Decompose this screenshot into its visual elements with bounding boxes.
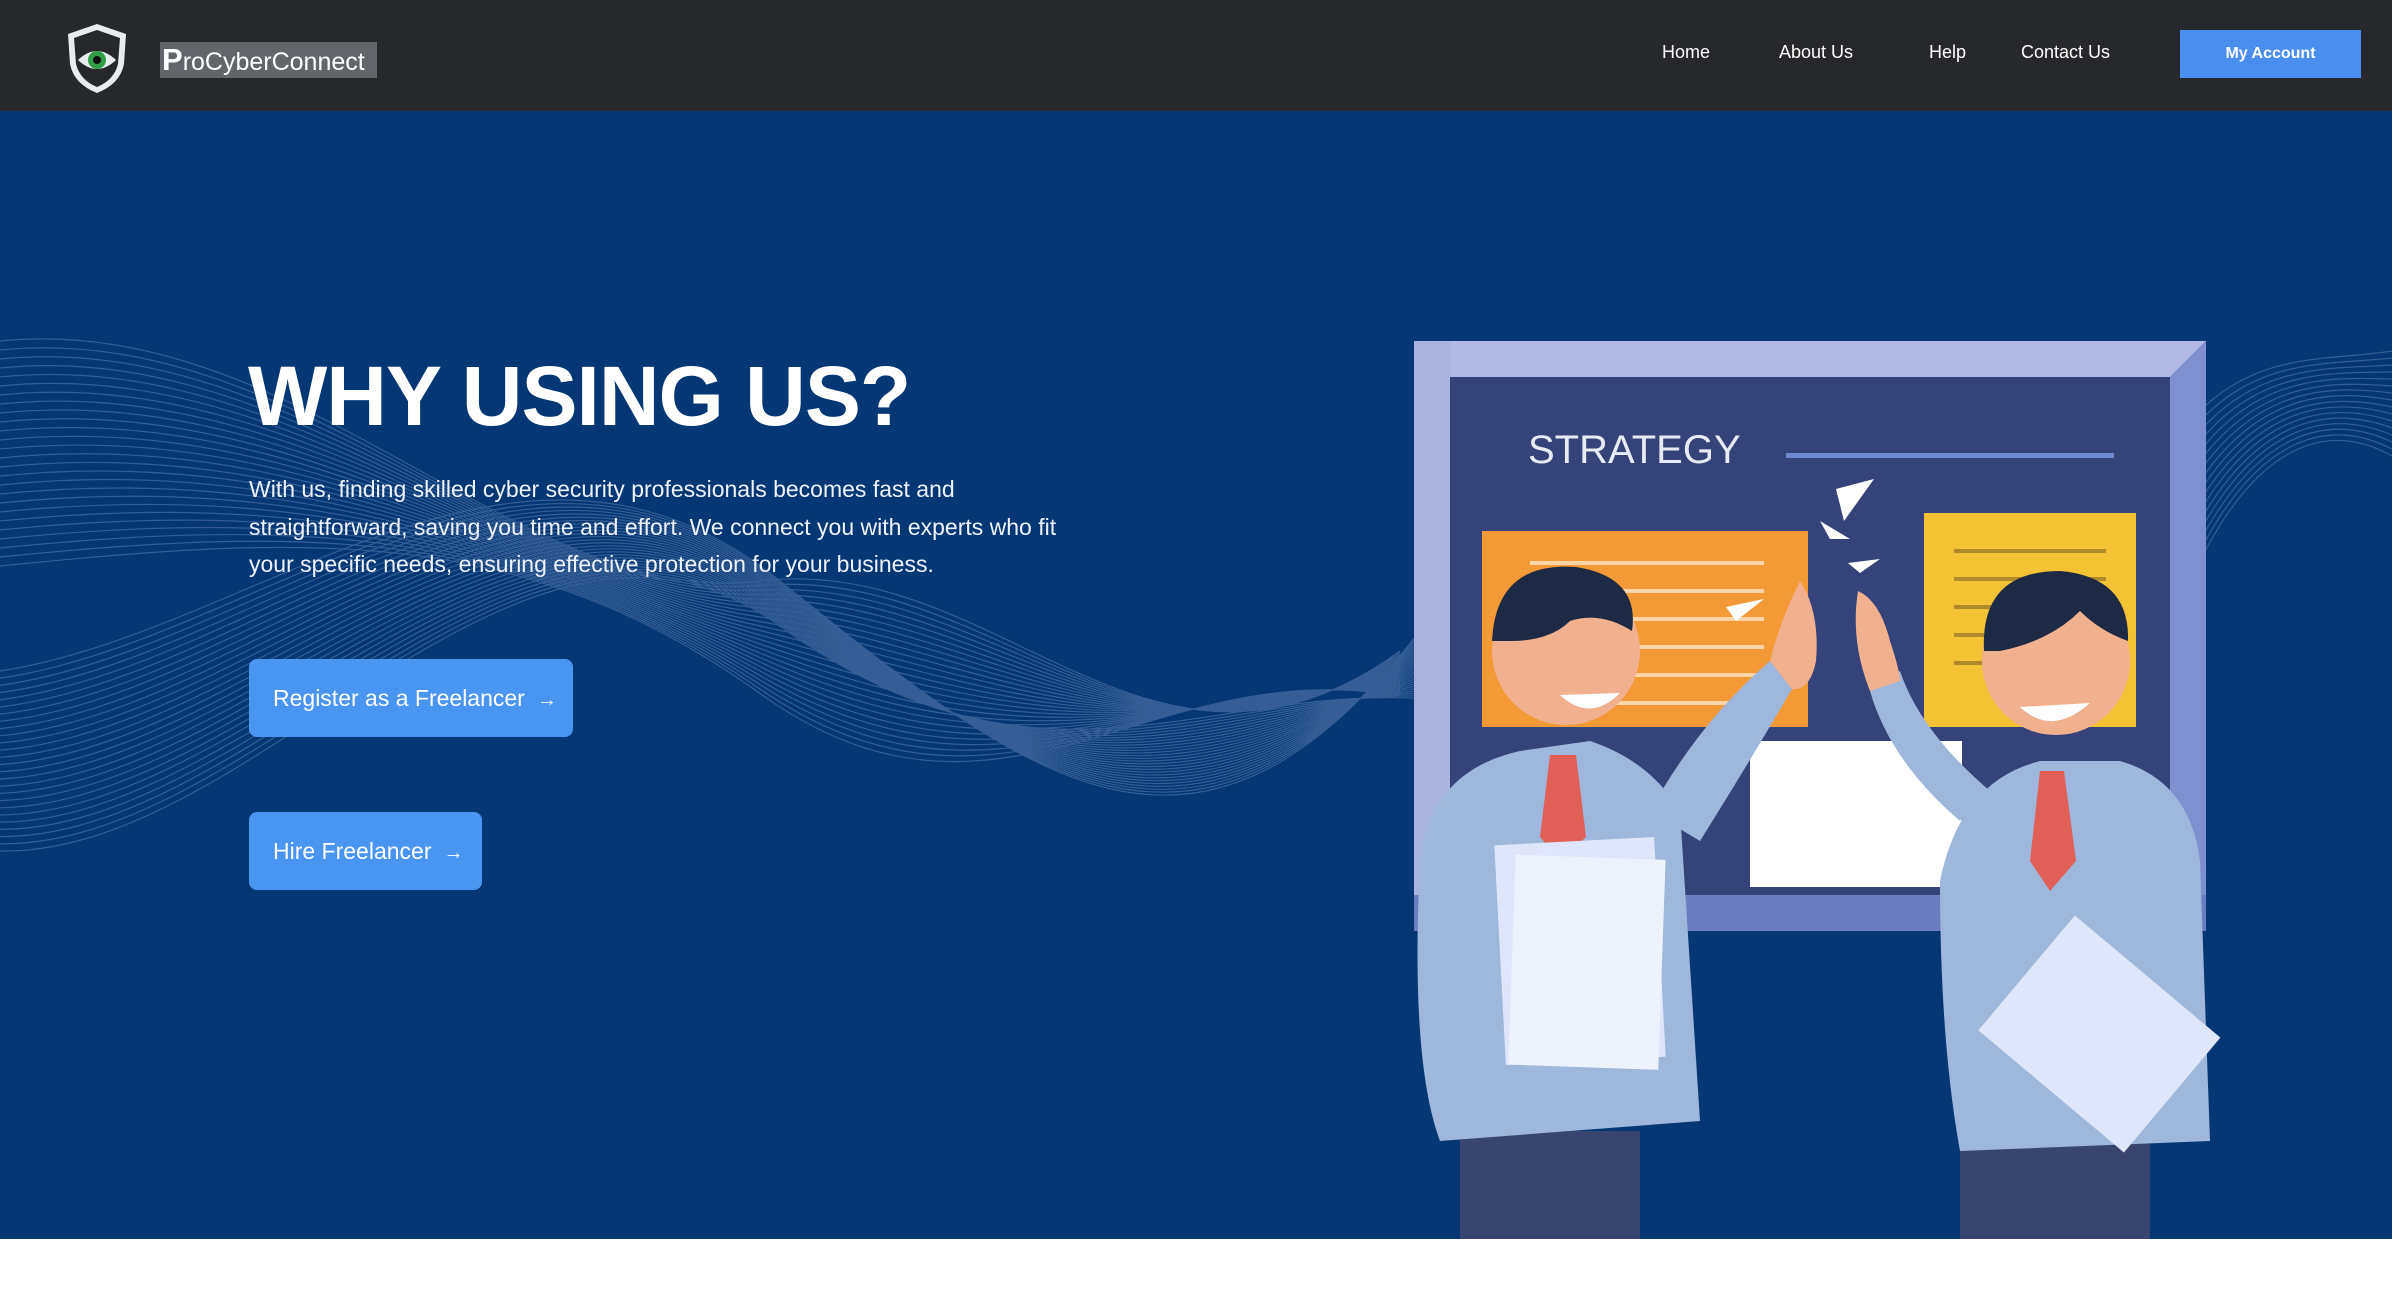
strategy-high-five-illustration: STRATEGY [1414,341,2221,1239]
brand-rest: roCyberConnect [182,48,365,76]
paragraph-line: With us, finding skilled cyber security … [249,476,955,502]
top-navbar: ProCyberConnect Home About Us Help Conta… [0,0,2392,111]
nav-about-us[interactable]: About Us [1779,40,1853,64]
register-freelancer-label: Register as a Freelancer [273,684,525,711]
register-freelancer-button[interactable]: Register as a Freelancer → [249,659,573,737]
hire-freelancer-button[interactable]: Hire Freelancer → [249,812,482,890]
board-title: STRATEGY [1528,428,1741,472]
hero-headline: WHY USING US? [248,349,911,443]
brand-initial: P [162,42,183,77]
hire-freelancer-label: Hire Freelancer [273,837,432,864]
hero-section: WHY USING US? With us, finding skilled c… [0,111,2392,1239]
nav-home[interactable]: Home [1662,40,1710,64]
paragraph-line: straightforward, saving you time and eff… [249,513,1057,540]
hero-paragraph: With us, finding skilled cyber security … [249,471,1089,584]
nav-help[interactable]: Help [1929,40,1966,64]
eye-shield-icon[interactable] [64,22,130,95]
my-account-button[interactable]: My Account [2180,30,2361,78]
brand-name[interactable]: ProCyberConnect [160,42,377,78]
arrow-right-icon: → [443,841,464,864]
nav-contact-us[interactable]: Contact Us [2021,40,2110,64]
paragraph-line: your specific needs, ensuring effective … [249,551,934,577]
arrow-right-icon: → [536,688,557,711]
